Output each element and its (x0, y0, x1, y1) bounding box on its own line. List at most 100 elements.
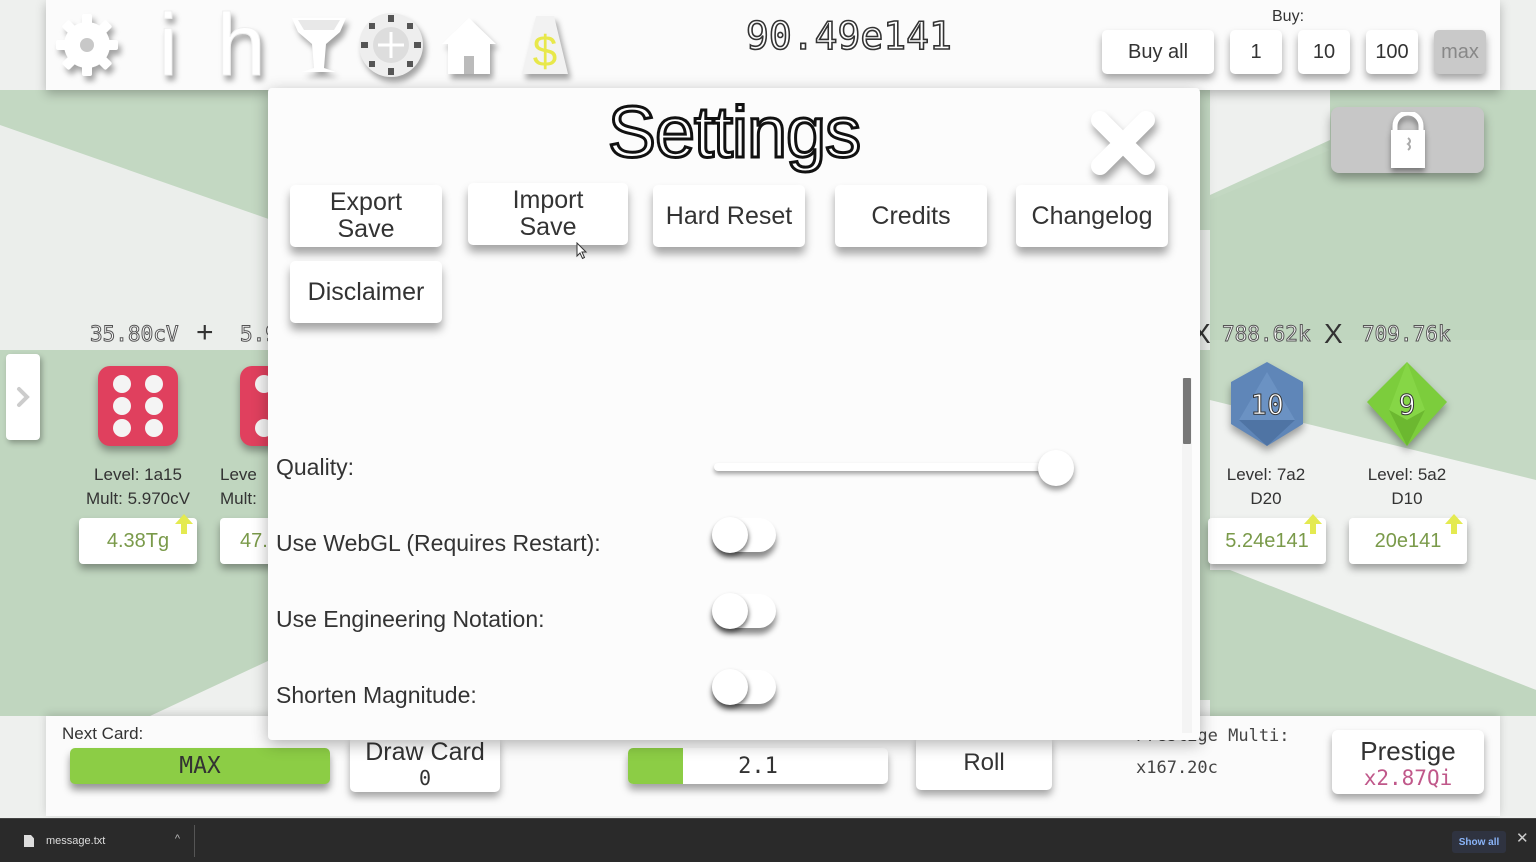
d10-face: 9 (1399, 388, 1416, 421)
help-icon[interactable]: h (206, 0, 276, 94)
buy-all-button[interactable]: Buy all (1102, 30, 1214, 74)
upgrade-arrow-icon (1445, 514, 1463, 534)
side-panel-toggle[interactable] (6, 354, 40, 440)
settings-scrollbar-thumb[interactable] (1183, 378, 1191, 444)
download-bar: message.txt ^ Show all ✕ (0, 818, 1536, 862)
upgrade-arrow-icon (1304, 514, 1322, 534)
toggle-knob (712, 517, 748, 553)
die-value: 709.76k (1362, 322, 1452, 347)
draw-card-button[interactable]: Draw Card 0 (350, 736, 500, 792)
download-filename: message.txt (46, 835, 106, 847)
buy-100-button[interactable]: 100 (1366, 30, 1418, 74)
die-kind: D10 (1391, 489, 1423, 508)
operator-multiply: X (1324, 318, 1343, 349)
d6-die-icon[interactable] (98, 366, 178, 446)
settings-modal: Settings Export Save Import Save Hard Rese… (268, 88, 1200, 740)
settings-gear-icon[interactable] (52, 10, 122, 80)
settings-title: Settings (606, 92, 862, 175)
die-info: Level: 1a15 Mult: 5.970cV (58, 463, 218, 511)
webgl-toggle[interactable] (712, 516, 778, 554)
hard-reset-button[interactable]: Hard Reset (653, 185, 805, 247)
button-line: Save (519, 213, 577, 241)
close-icon[interactable] (1086, 106, 1160, 180)
die-mult: Mult: 5.970cV (86, 489, 190, 508)
prestige-label: Prestige (1360, 736, 1456, 766)
chevron-up-icon[interactable]: ^ (175, 833, 180, 845)
next-card-max-button[interactable]: MAX (70, 748, 330, 784)
prestige-button[interactable]: Prestige x2.87Qi (1332, 730, 1484, 794)
die-value: 35.80cV (90, 322, 180, 347)
draw-card-label: Draw Card (365, 738, 485, 766)
info-glyph: i (158, 0, 179, 94)
die-info: Level: 7a2 D20 (1186, 463, 1346, 511)
svg-text:$: $ (533, 27, 557, 76)
trophy-funnel-icon[interactable] (284, 10, 354, 80)
die-value: 788.62k (1222, 322, 1312, 347)
die-kind: D20 (1250, 489, 1282, 508)
quality-slider[interactable] (714, 448, 1074, 488)
credits-button[interactable]: Credits (835, 185, 987, 247)
info-icon[interactable]: i (138, 0, 198, 94)
shorten-magnitude-label: Shorten Magnitude: (276, 682, 477, 708)
die-upgrade-button[interactable]: 5.24e141 (1208, 514, 1326, 564)
buy-max-button[interactable]: max (1434, 30, 1486, 74)
show-all-button[interactable]: Show all (1452, 831, 1506, 853)
webgl-label: Use WebGL (Requires Restart): (276, 530, 601, 556)
shop-money-bag-icon[interactable]: $ (510, 10, 580, 80)
die-level: Level: 5a2 (1367, 465, 1447, 484)
die-level: Level: 1a15 (94, 465, 182, 484)
lock-button[interactable] (1331, 107, 1484, 173)
die-upgrade-button[interactable]: 4.38Tg (79, 514, 197, 564)
d10-die-icon[interactable]: 9 (1367, 362, 1447, 446)
shorten-magnitude-toggle[interactable] (712, 668, 778, 706)
buy-10-button[interactable]: 10 (1298, 30, 1350, 74)
game-stage: i h $ 90.49e141 Buy: Buy all 1 10 100 ma… (0, 0, 1536, 818)
buy-1-button[interactable]: 1 (1230, 30, 1282, 74)
import-save-button[interactable]: Import Save (468, 183, 628, 245)
button-line: Import (512, 186, 584, 214)
draw-card-count: 0 (418, 766, 432, 790)
next-card-label: Next Card: (62, 724, 144, 743)
top-bar: i h $ 90.49e141 Buy: Buy all 1 10 100 ma… (46, 0, 1500, 90)
lock-icon (1390, 112, 1425, 168)
currency-total: 90.49e141 (745, 13, 953, 59)
disclaimer-button[interactable]: Disclaimer (290, 261, 442, 323)
engineering-notation-toggle[interactable] (712, 592, 778, 630)
chevron-right-icon (17, 387, 30, 407)
upgrade-cost: 47. (240, 529, 268, 552)
changelog-button[interactable]: Changelog (1016, 185, 1168, 247)
button-line: Export (329, 188, 403, 216)
buy-amount-label: Buy: (1272, 8, 1305, 25)
divider (194, 825, 195, 857)
prestige-multiplier: x2.87Qi (1363, 766, 1453, 790)
upgrade-cost: 5.24e141 (1225, 529, 1309, 552)
die-level: Level: 7a2 (1226, 465, 1306, 484)
export-save-button[interactable]: Export Save (290, 185, 442, 247)
upgrade-arrow-icon (175, 514, 193, 534)
quality-label: Quality: (276, 454, 354, 480)
settings-scrollbar[interactable] (1182, 378, 1192, 733)
die-info: Level: 5a2 D10 (1327, 463, 1487, 511)
file-icon (24, 835, 34, 847)
home-icon[interactable] (434, 10, 504, 80)
die-upgrade-button[interactable]: 20e141 (1349, 514, 1467, 564)
upgrade-cost: 20e141 (1374, 529, 1442, 552)
help-glyph: h (216, 0, 266, 94)
quality-slider-track (714, 463, 1054, 471)
d20-die-icon[interactable]: 10 (1227, 362, 1307, 446)
engineering-notation-label: Use Engineering Notation: (276, 606, 545, 632)
roll-button[interactable]: Roll (916, 736, 1052, 790)
operator-plus: + (196, 316, 214, 349)
toggle-knob (712, 669, 748, 705)
prestige-multi-value: x167.20c (1136, 758, 1218, 778)
download-item[interactable]: message.txt ^ (12, 819, 194, 862)
toggle-knob (712, 593, 748, 629)
quality-slider-thumb[interactable] (1038, 450, 1074, 486)
upgrade-cost: 4.38Tg (106, 529, 170, 552)
auto-roll-progress[interactable]: 2.1 (628, 748, 888, 784)
close-icon[interactable]: ✕ (1516, 829, 1529, 847)
button-line: Save (337, 215, 395, 243)
roulette-wheel-icon[interactable] (356, 10, 426, 80)
auto-roll-value: 2.1 (738, 753, 778, 779)
d20-face: 10 (1250, 388, 1284, 421)
